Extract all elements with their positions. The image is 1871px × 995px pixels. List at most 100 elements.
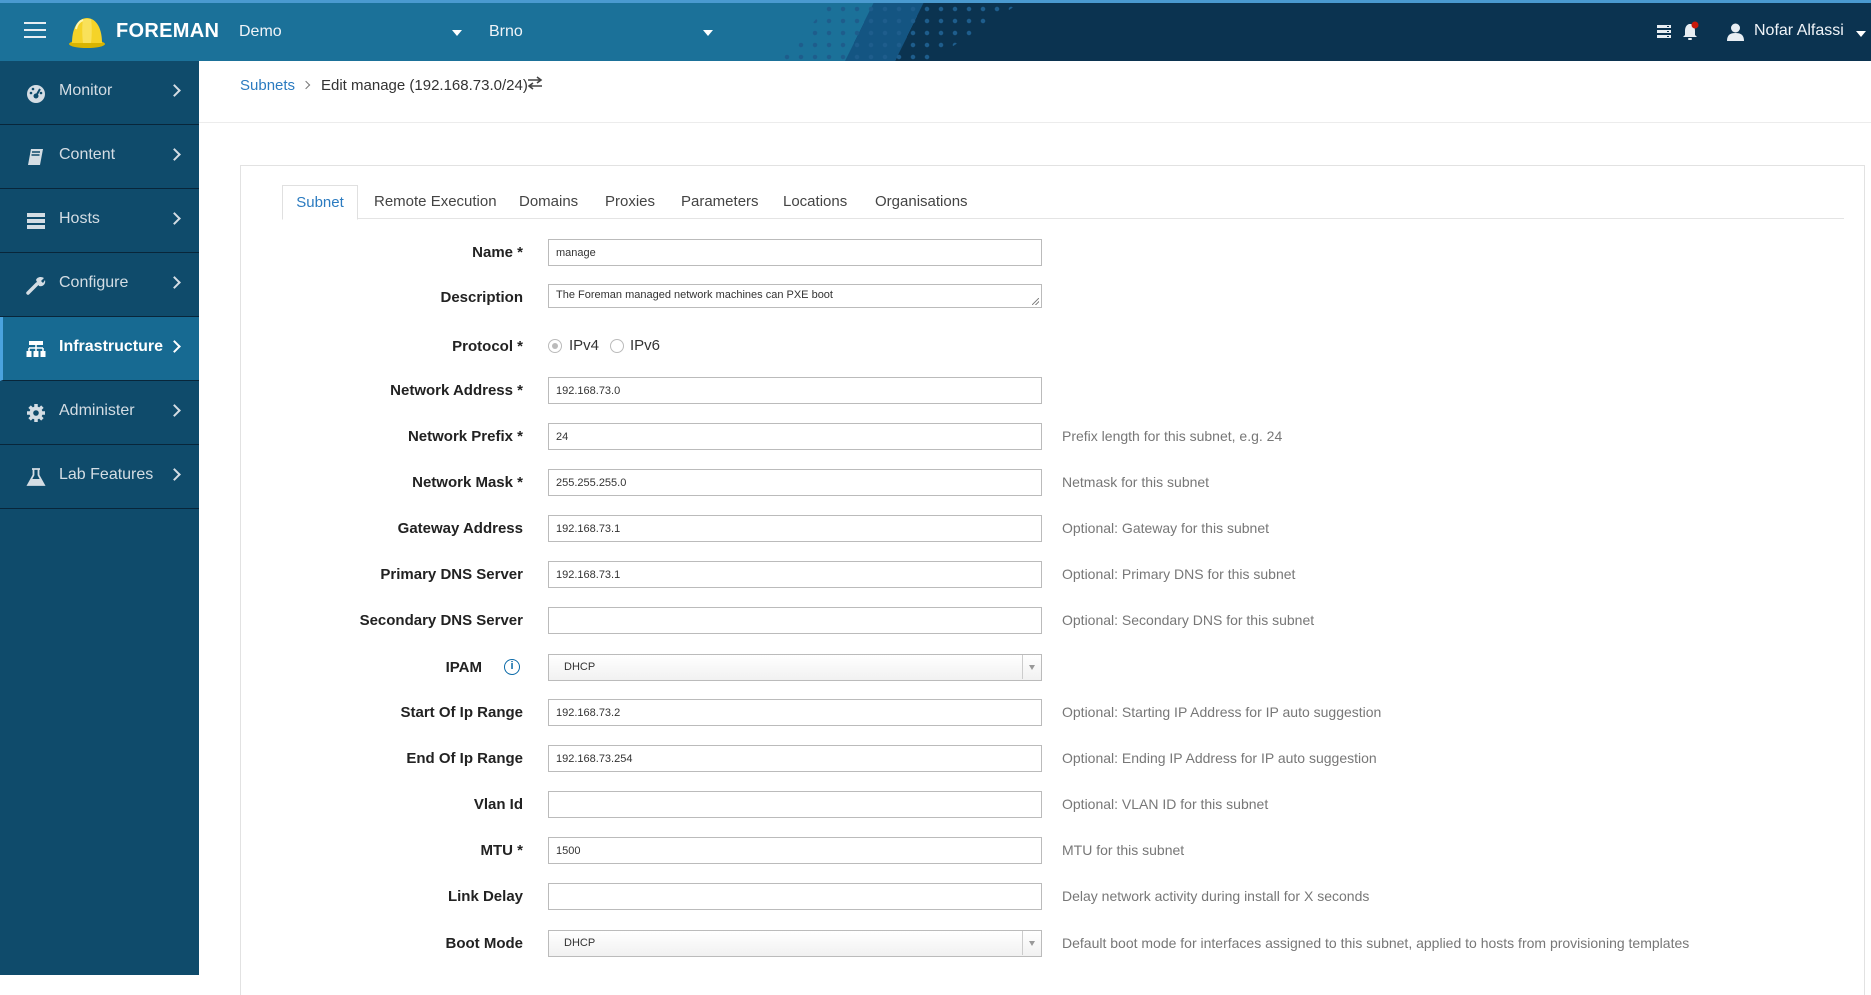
form-row-start-ip: Start Of Ip Range Optional: Starting IP … — [0, 699, 1871, 729]
notification-bell-icon[interactable] — [1682, 21, 1700, 41]
network-mask-help: Netmask for this subnet — [1062, 474, 1210, 490]
hamburger-menu-icon[interactable] — [24, 22, 46, 40]
boot-mode-select[interactable]: DHCP — [548, 930, 1042, 957]
name-label: Name * — [472, 244, 523, 261]
chevron-right-icon — [168, 148, 181, 161]
network-mask-input[interactable] — [548, 469, 1042, 496]
end-ip-label: End Of Ip Range — [406, 750, 523, 767]
link-delay-input[interactable] — [548, 883, 1042, 910]
form-row-link-delay: Link Delay Delay network activity during… — [0, 883, 1871, 913]
name-input[interactable] — [548, 239, 1042, 266]
breadcrumb-subnets-link[interactable]: Subnets — [240, 77, 295, 94]
location-caret-icon[interactable] — [703, 30, 713, 36]
gateway-label: Gateway Address — [397, 520, 523, 537]
tab-parameters[interactable]: Parameters — [681, 185, 759, 219]
description-label: Description — [440, 289, 523, 306]
network-prefix-help: Prefix length for this subnet, e.g. 24 — [1062, 428, 1283, 444]
foreman-helmet-logo[interactable] — [68, 15, 106, 49]
sidebar-item-label: Content — [59, 146, 116, 163]
secondary-dns-input[interactable] — [548, 607, 1042, 634]
start-ip-input[interactable] — [548, 699, 1042, 726]
form-row-protocol: Protocol * IPv4 IPv6 — [0, 333, 1871, 363]
tab-proxies[interactable]: Proxies — [605, 185, 655, 219]
book-icon — [28, 149, 43, 165]
sidebar-item-label: Hosts — [59, 210, 100, 227]
ipam-selected-value: DHCP — [564, 661, 596, 673]
form-row-name: Name * — [0, 239, 1871, 269]
tab-domains[interactable]: Domains — [519, 185, 578, 219]
description-textarea[interactable]: The Foreman managed network machines can… — [548, 284, 1042, 308]
form-row-secondary-dns: Secondary DNS Server Optional: Secondary… — [0, 607, 1871, 637]
sidebar-item-content[interactable]: Content — [0, 125, 199, 189]
gateway-help: Optional: Gateway for this subnet — [1062, 520, 1269, 536]
form-row-end-ip: End Of Ip Range Optional: Ending IP Addr… — [0, 745, 1871, 775]
boot-mode-help: Default boot mode for interfaces assigne… — [1062, 935, 1690, 951]
form-row-primary-dns: Primary DNS Server Optional: Primary DNS… — [0, 561, 1871, 591]
form-row-network-mask: Network Mask * Netmask for this subnet — [0, 469, 1871, 499]
mtu-input[interactable] — [548, 837, 1042, 864]
ipam-select[interactable]: DHCP — [548, 654, 1042, 681]
notification-badge — [1691, 21, 1699, 29]
task-list-icon[interactable] — [1657, 25, 1671, 38]
form-row-boot-mode: Boot Mode DHCP Default boot mode for int… — [0, 930, 1871, 960]
protocol-ipv6-radio[interactable] — [610, 339, 624, 353]
protocol-label: Protocol * — [452, 338, 523, 355]
sidebar-item-label: Monitor — [59, 82, 113, 99]
chevron-right-icon — [168, 84, 181, 97]
end-ip-input[interactable] — [548, 745, 1042, 772]
primary-dns-input[interactable] — [548, 561, 1042, 588]
form-row-network-address: Network Address * — [0, 377, 1871, 407]
network-prefix-input[interactable] — [548, 423, 1042, 450]
chevron-right-icon — [168, 212, 181, 225]
secondary-dns-label: Secondary DNS Server — [359, 612, 523, 629]
protocol-ipv4-radio[interactable] — [548, 339, 562, 353]
breadcrumb-separator-icon — [301, 80, 311, 90]
form-row-gateway: Gateway Address Optional: Gateway for th… — [0, 515, 1871, 545]
form-row-vlan-id: Vlan Id Optional: VLAN ID for this subne… — [0, 791, 1871, 821]
resize-handle-icon[interactable] — [1032, 298, 1039, 305]
dropdown-arrow-icon — [1029, 665, 1035, 670]
user-icon[interactable] — [1727, 23, 1744, 41]
protocol-ipv6-label: IPv6 — [630, 337, 661, 354]
mtu-help: MTU for this subnet — [1062, 842, 1185, 858]
primary-dns-label: Primary DNS Server — [380, 566, 523, 583]
tab-organisations[interactable]: Organisations — [875, 185, 968, 219]
info-icon[interactable]: i — [504, 659, 520, 675]
user-menu-caret-icon[interactable] — [1856, 31, 1866, 37]
primary-dns-help: Optional: Primary DNS for this subnet — [1062, 566, 1296, 582]
description-value: The Foreman managed network machines can… — [556, 289, 833, 301]
network-mask-label: Network Mask * — [412, 474, 523, 491]
organization-selector[interactable]: Demo — [239, 23, 282, 41]
network-prefix-label: Network Prefix * — [407, 428, 523, 445]
vlan-id-input[interactable] — [548, 791, 1042, 818]
network-address-input[interactable] — [548, 377, 1042, 404]
start-ip-label: Start Of Ip Range — [400, 704, 523, 721]
location-selector[interactable]: Brno — [489, 23, 523, 41]
sidebar-item-monitor[interactable]: Monitor — [0, 61, 199, 125]
user-menu[interactable]: Nofar Alfassi — [1754, 22, 1844, 40]
top-navbar: FOREMAN Demo Brno Nofar Alfassi — [0, 0, 1871, 61]
tab-remote-execution[interactable]: Remote Execution — [374, 185, 497, 219]
tab-locations[interactable]: Locations — [783, 185, 847, 219]
ipam-label: IPAM — [445, 659, 482, 676]
breadcrumb: Subnets Edit manage (192.168.73.0/24) — [199, 61, 1871, 123]
secondary-dns-help: Optional: Secondary DNS for this subnet — [1062, 612, 1315, 628]
form-row-mtu: MTU * MTU for this subnet — [0, 837, 1871, 867]
mtu-label: MTU * — [480, 842, 524, 859]
boot-mode-selected-value: DHCP — [564, 937, 596, 949]
boot-mode-label: Boot Mode — [445, 935, 523, 952]
switcher-arrows-icon[interactable] — [527, 76, 543, 90]
form-tabs: Subnet Remote Execution Domains Proxies … — [282, 185, 1844, 220]
form-row-network-prefix: Network Prefix * Prefix length for this … — [0, 423, 1871, 453]
tab-subnet[interactable]: Subnet — [282, 185, 358, 220]
form-row-ipam: IPAM i DHCP — [0, 654, 1871, 684]
vlan-id-label: Vlan Id — [473, 796, 523, 813]
vlan-id-help: Optional: VLAN ID for this subnet — [1062, 796, 1269, 812]
brand-name[interactable]: FOREMAN — [116, 20, 219, 43]
gateway-input[interactable] — [548, 515, 1042, 542]
dashboard-gauge-icon — [27, 85, 45, 103]
network-address-label: Network Address * — [390, 382, 523, 399]
organization-caret-icon[interactable] — [452, 30, 462, 36]
dropdown-arrow-icon — [1029, 941, 1035, 946]
protocol-ipv4-label: IPv4 — [569, 337, 600, 354]
